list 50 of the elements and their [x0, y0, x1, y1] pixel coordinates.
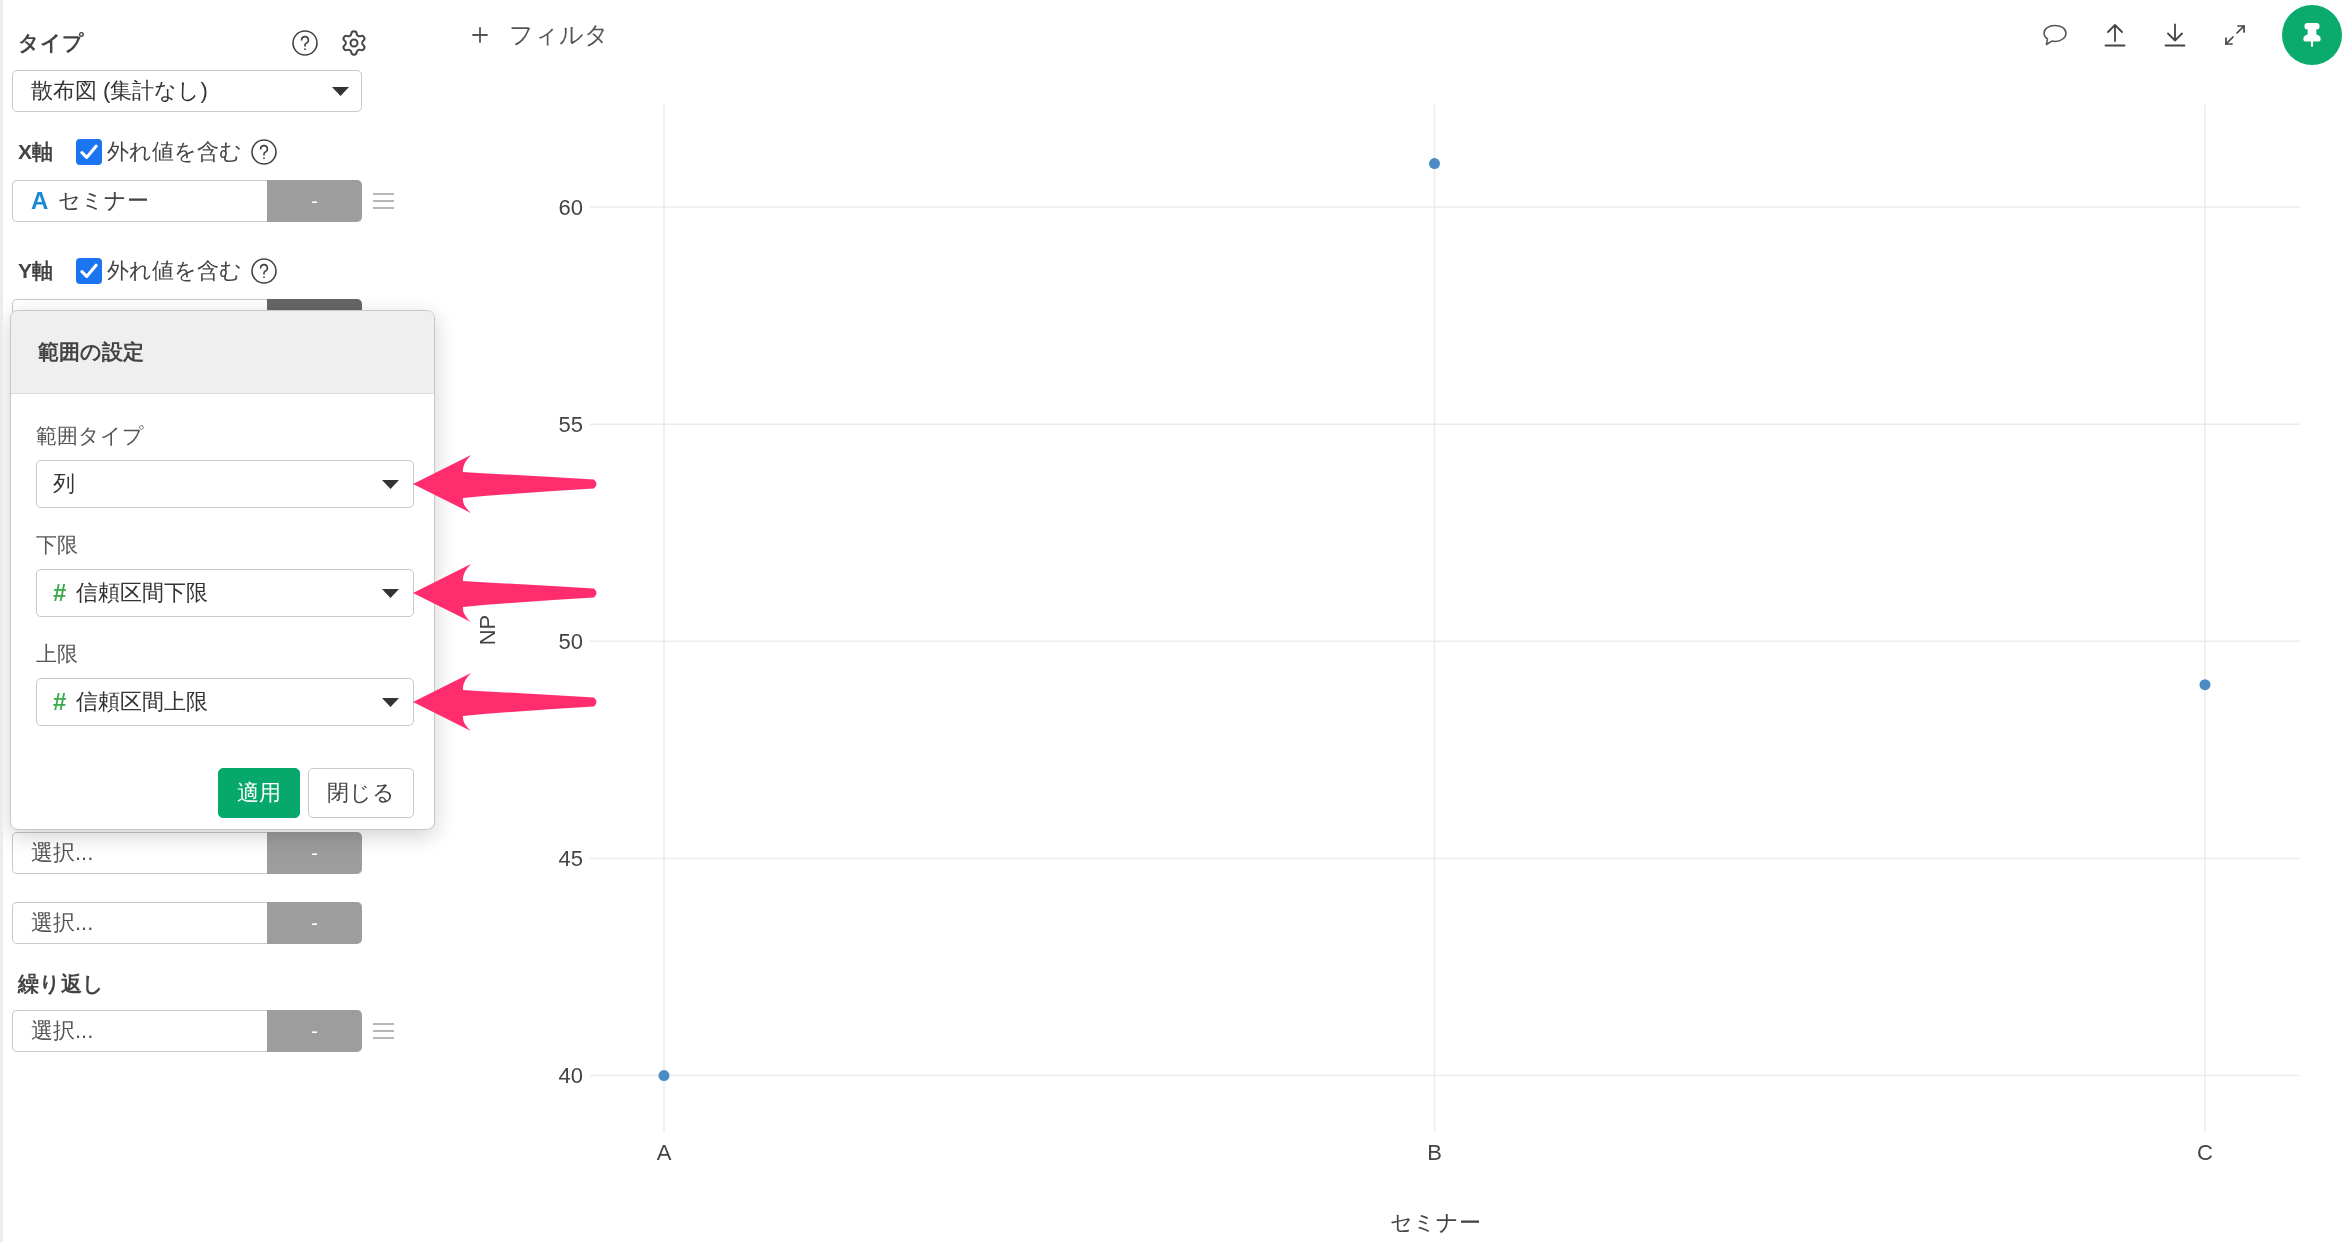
- filter-button[interactable]: フィルタ: [468, 19, 609, 51]
- section-label: 繰り返し: [18, 971, 104, 997]
- checkmark-icon: [80, 263, 98, 279]
- axis-tick-label: 55: [558, 411, 583, 437]
- axis-title: NP: [474, 614, 500, 646]
- download-icon[interactable]: [2162, 22, 2188, 48]
- select-field[interactable]: 選択...: [12, 1010, 267, 1052]
- axis-tick-label: 60: [558, 194, 583, 220]
- data-point: [2199, 679, 2211, 691]
- caret-icon: [332, 86, 349, 96]
- help-icon[interactable]: [292, 30, 318, 56]
- checkbox-label: 外れ値を含む: [107, 257, 242, 285]
- dropdown-select[interactable]: 列: [36, 460, 414, 508]
- axis-tick-label: 50: [558, 628, 583, 654]
- caret-icon: [382, 588, 399, 598]
- section-label: タイプ: [18, 30, 84, 56]
- section-label: X軸: [18, 139, 53, 165]
- checkbox-label: 外れ値を含む: [107, 138, 242, 166]
- checkbox[interactable]: [76, 139, 102, 165]
- data-point: [658, 1070, 670, 1082]
- help-icon[interactable]: [251, 258, 277, 284]
- axis-tick-label: A: [656, 1139, 672, 1165]
- axis-tick-label: 45: [558, 845, 583, 871]
- caret-icon: [382, 697, 399, 707]
- axis-title: セミナー: [1389, 1209, 1481, 1235]
- dropdown-select[interactable]: # 信頼区間上限: [36, 678, 414, 726]
- select-field[interactable]: 選択...: [12, 832, 267, 874]
- help-icon[interactable]: [251, 139, 277, 165]
- data-point: [1429, 158, 1440, 170]
- section-label: Y軸: [18, 258, 53, 284]
- caret-icon: [382, 479, 399, 489]
- field-label: 上限: [36, 642, 78, 666]
- axis-tick-label: B: [1427, 1139, 1442, 1165]
- field-label: 範囲タイプ: [36, 424, 144, 448]
- column-select[interactable]: A セミナー: [12, 180, 267, 222]
- axis-tick-label: C: [2197, 1139, 2213, 1165]
- upload-icon[interactable]: [2102, 22, 2128, 48]
- comment-icon[interactable]: [2042, 22, 2068, 48]
- close-button[interactable]: 閉じる: [308, 768, 414, 818]
- popover-title: 範囲の設定: [38, 339, 144, 365]
- field-label: 下限: [36, 533, 78, 557]
- axis-tick-label: 40: [558, 1063, 583, 1089]
- select-field[interactable]: 選択...: [12, 902, 267, 944]
- pin-button[interactable]: [2282, 5, 2342, 65]
- settings-icon[interactable]: [340, 29, 368, 57]
- dropdown-select[interactable]: # 信頼区間下限: [36, 569, 414, 617]
- checkbox[interactable]: [76, 258, 102, 284]
- chart-type-dropdown[interactable]: 散布図 (集計なし): [12, 70, 362, 112]
- checkmark-icon: [80, 144, 98, 160]
- expand-icon[interactable]: [2222, 22, 2248, 48]
